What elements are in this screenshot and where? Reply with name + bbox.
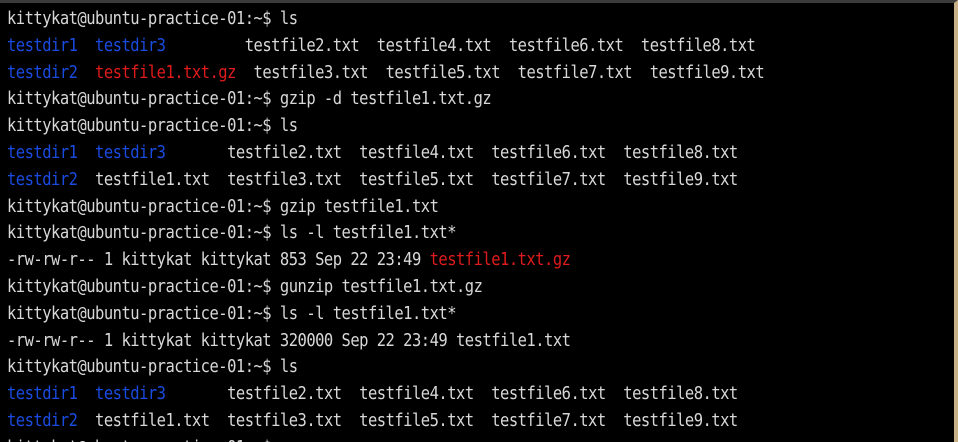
terminal-prompt-line: kittykat@ubuntu-practice-01:~$ (7, 435, 816, 442)
terminal-window[interactable]: kittykat@ubuntu-practice-01:~$ ls testdir… (0, 0, 958, 442)
directory-entry: testdir1 (7, 34, 78, 56)
terminal-prompt-line: kittykat@ubuntu-practice-01:~$ ls -l tes… (7, 301, 816, 328)
terminal-text: kittykat@ubuntu-practice-01:~$ ls -l tes… (7, 222, 457, 244)
directory-entry: testdir3 (95, 383, 166, 405)
terminal-prompt-line: kittykat@ubuntu-practice-01:~$ ls (7, 354, 816, 381)
terminal-prompt-line: kittykat@ubuntu-practice-01:~$ ls -l tes… (7, 220, 816, 247)
terminal-text: testfile1.txt testfile3.txt testfile5.tx… (77, 168, 738, 190)
directory-entry: testdir2 (7, 409, 78, 431)
terminal-text: -rw-rw-r-- 1 kittykat kittykat 320000 Se… (7, 329, 571, 351)
terminal-screen: kittykat@ubuntu-practice-01:~$ ls testdir… (7, 6, 948, 442)
terminal-output-line: testdir2 testfile1.txt testfile3.txt tes… (7, 408, 816, 435)
terminal-prompt-line: kittykat@ubuntu-practice-01:~$ gzip -d t… (7, 86, 816, 113)
terminal-text: kittykat@ubuntu-practice-01:~$ ls (7, 8, 298, 29)
terminal-output-line: testdir1 testdir3 testfile2.txt testfile… (7, 33, 816, 60)
terminal-text: kittykat@ubuntu-practice-01:~$ ls (7, 356, 298, 378)
archive-entry: testfile1.txt.gz (429, 249, 571, 271)
directory-entry: testdir2 (7, 61, 78, 83)
terminal-text: kittykat@ubuntu-practice-01:~$ ls -l tes… (7, 302, 457, 324)
directory-entry: testdir3 (95, 141, 166, 163)
terminal-prompt-line: kittykat@ubuntu-practice-01:~$ gunzip te… (7, 274, 816, 301)
terminal-text: testfile2.txt testfile4.txt testfile6.tx… (165, 34, 756, 56)
directory-entry: testdir2 (7, 168, 78, 190)
terminal-text: kittykat@ubuntu-practice-01:~$ gunzip te… (7, 275, 483, 297)
directory-entry: testdir1 (7, 383, 78, 405)
terminal-output-line: -rw-rw-r-- 1 kittykat kittykat 853 Sep 2… (7, 247, 816, 274)
terminal-output-line: testdir2 testfile1.txt.gz testfile3.txt … (7, 60, 816, 87)
terminal-text: kittykat@ubuntu-practice-01:~$ (7, 437, 272, 442)
terminal-prompt-line: kittykat@ubuntu-practice-01:~$ ls (7, 6, 816, 33)
terminal-output-line: -rw-rw-r-- 1 kittykat kittykat 320000 Se… (7, 328, 816, 355)
terminal-text: kittykat@ubuntu-practice-01:~$ ls (7, 115, 298, 137)
terminal-output-line: testdir1 testdir3 testfile2.txt testfile… (7, 140, 816, 167)
terminal-output-line: testdir2 testfile1.txt testfile3.txt tes… (7, 167, 816, 194)
terminal-text: testfile2.txt testfile4.txt testfile6.tx… (165, 383, 738, 405)
terminal-output-line: testdir1 testdir3 testfile2.txt testfile… (7, 381, 816, 408)
directory-entry: testdir1 (7, 141, 78, 163)
directory-entry: testdir3 (95, 34, 166, 56)
terminal-text: testfile2.txt testfile4.txt testfile6.tx… (165, 141, 738, 163)
terminal-prompt-line: kittykat@ubuntu-practice-01:~$ ls (7, 113, 816, 140)
terminal-text: kittykat@ubuntu-practice-01:~$ gzip -d t… (7, 88, 492, 110)
archive-entry: testfile1.txt.gz (95, 61, 236, 83)
terminal-text: testfile3.txt testfile5.txt testfile7.tx… (235, 61, 765, 83)
terminal-text: -rw-rw-r-- 1 kittykat kittykat 853 Sep 2… (7, 249, 430, 271)
terminal-prompt-line: kittykat@ubuntu-practice-01:~$ gzip test… (7, 194, 816, 221)
terminal-text: testfile1.txt testfile3.txt testfile5.tx… (77, 409, 738, 431)
terminal-text: kittykat@ubuntu-practice-01:~$ gzip test… (7, 195, 439, 217)
